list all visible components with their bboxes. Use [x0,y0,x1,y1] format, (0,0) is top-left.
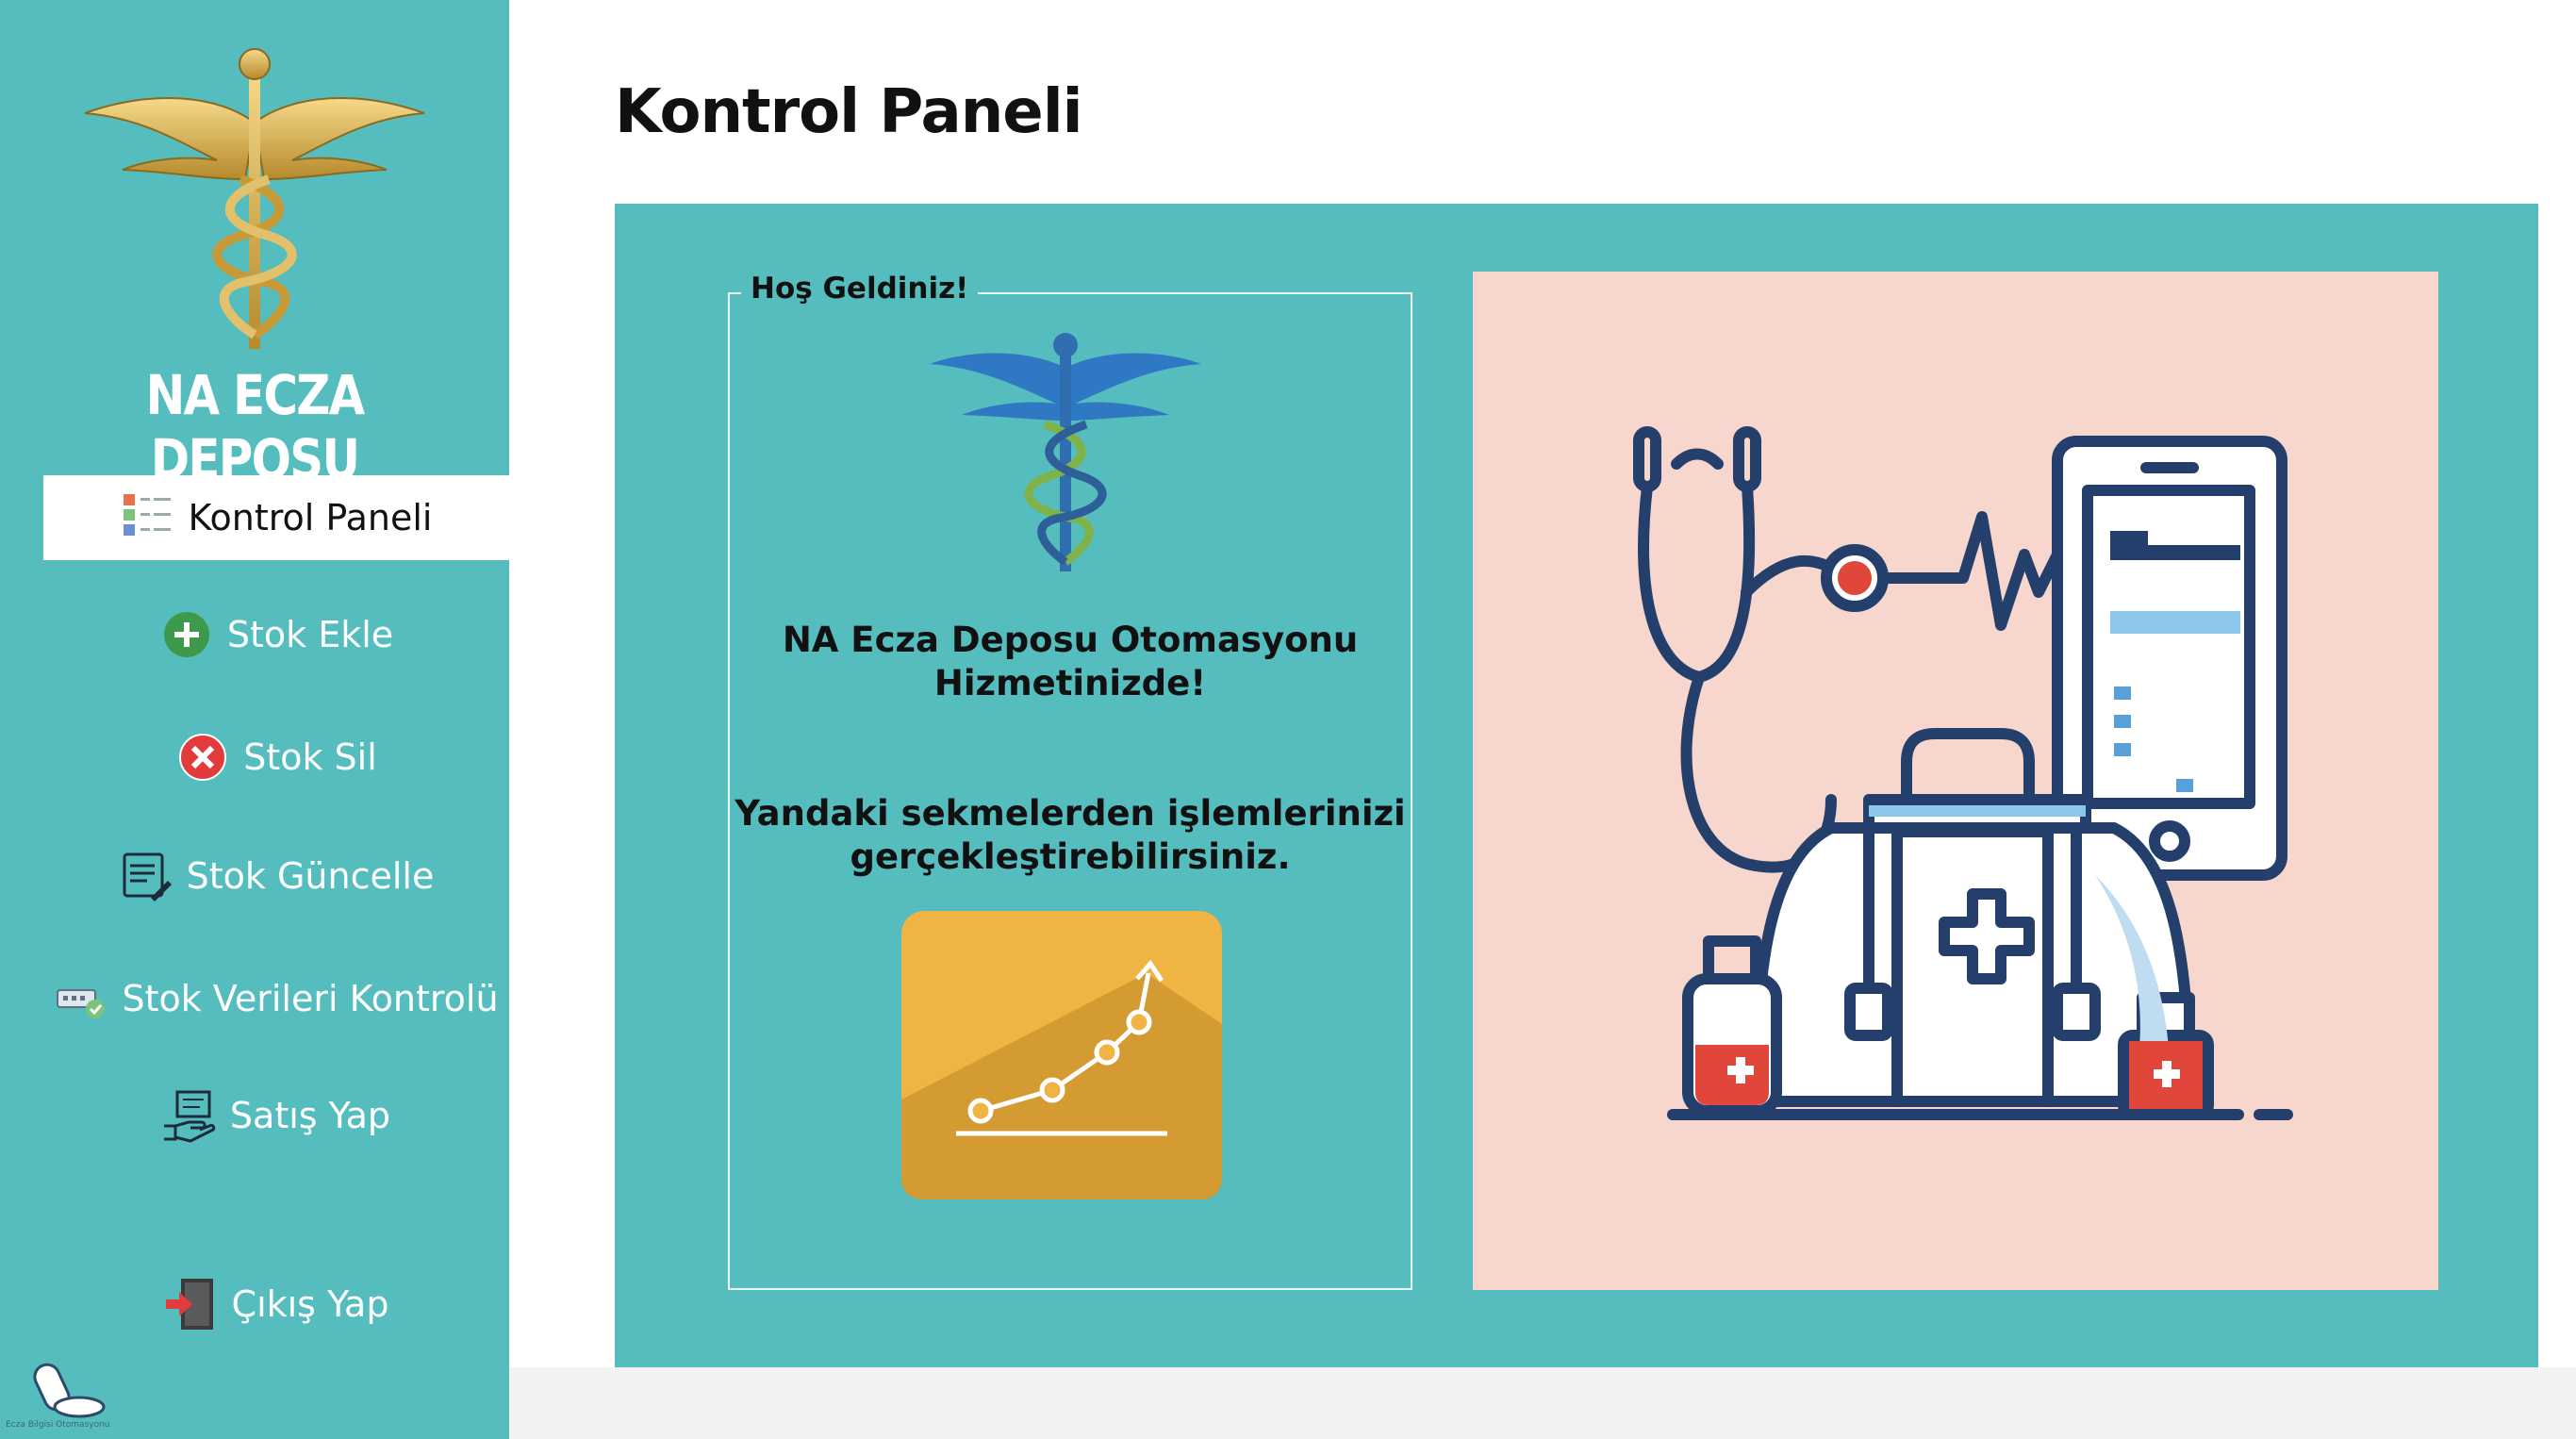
sidebar-item-label: Çıkış Yap [231,1283,389,1325]
welcome-line-2: Hizmetinizde! [933,663,1207,703]
sidebar-item-stok-sil[interactable]: Stok Sil [43,715,509,800]
sidebar-item-label: Stok Sil [243,736,377,778]
welcome-legend: Hoş Geldiniz! [741,272,979,306]
sidebar-item-label: Stok Güncelle [186,855,435,897]
exit-door-icon [164,1277,219,1331]
dashboard-list-icon [120,490,174,545]
growth-chart-icon [901,911,1222,1199]
caduceus-gold-logo [84,48,425,349]
page-title: Kontrol Paneli [615,77,1083,147]
sale-hand-icon [162,1088,217,1143]
sidebar-item-stok-guncelle[interactable]: Stok Güncelle [43,834,509,918]
plus-circle-icon [159,607,214,662]
edit-document-icon [119,849,173,903]
sidebar-item-label: Stok Ekle [226,614,394,655]
brand-title: NA ECZA DEPOSU [145,363,365,491]
data-check-icon [54,971,108,1026]
sidebar-item-label: Stok Verileri Kontrolü [122,978,499,1019]
sidebar: NA ECZA DEPOSU Kontrol Paneli Stok Ekle … [0,0,509,1439]
x-circle-icon [175,730,230,785]
sidebar-item-label: Satış Yap [229,1095,391,1136]
pill-logo-icon [33,1363,106,1418]
sidebar-item-satis-yap[interactable]: Satış Yap [43,1073,509,1158]
welcome-line-3: Yandaki sekmelerden işlemlerinizi [735,793,1406,834]
bottom-bar [509,1367,2576,1439]
sidebar-item-kontrol-paneli[interactable]: Kontrol Paneli [43,475,509,560]
caduceus-blue-icon [930,333,1201,571]
sidebar-item-stok-verileri-kontrolu[interactable]: Stok Verileri Kontrolü [43,956,509,1041]
welcome-line-1: NA Ecza Deposu Otomasyonu [782,620,1359,660]
footer-caption: Ecza Bilgisi Otomasyonu [6,1420,110,1430]
sidebar-item-cikis-yap[interactable]: Çıkış Yap [43,1262,509,1347]
sidebar-item-label: Kontrol Paneli [188,497,433,538]
medical-illustration [1473,272,2438,1290]
welcome-line-4: gerçekleştirebilirsiniz. [850,836,1291,877]
sidebar-item-stok-ekle[interactable]: Stok Ekle [43,592,509,677]
